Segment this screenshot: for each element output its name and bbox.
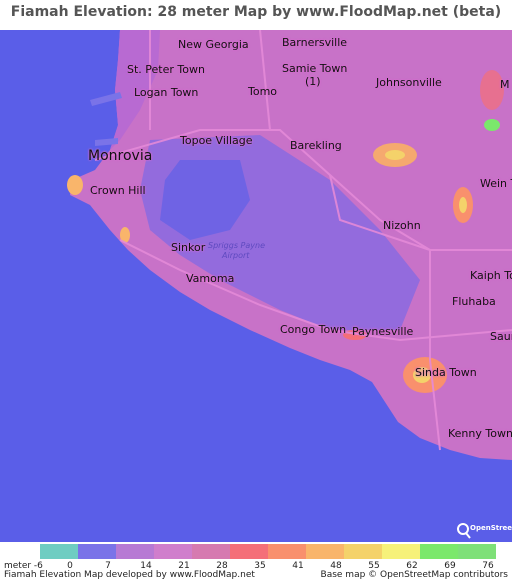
place-label: Topoe Village [180, 134, 253, 147]
elevation-map[interactable]: New Georgia Barnersville St. Peter Town … [0, 30, 512, 542]
place-label: Spriggs Payne [208, 241, 265, 250]
place-label: Samie Town [282, 62, 348, 75]
map-canvas [0, 30, 512, 542]
legend-tick-label: 41 [292, 561, 304, 571]
legend-swatch [382, 544, 420, 559]
place-label: Sinkor [171, 241, 206, 254]
legend-swatch [78, 544, 116, 559]
place-label: Barekling [290, 139, 342, 152]
place-label: Airport [222, 251, 250, 260]
place-label: Tomo [248, 85, 278, 98]
place-label: Logan Town [134, 86, 199, 99]
footer-credit: Fiamah Elevation Map developed by www.Fl… [4, 570, 255, 580]
legend-swatch [154, 544, 192, 559]
place-label: Johnsonville [376, 76, 442, 89]
place-label: Kaiph To [470, 269, 512, 282]
legend-swatch [420, 544, 458, 559]
highland-peak [385, 150, 405, 160]
highland-east [484, 119, 500, 131]
highland-peak [459, 197, 467, 213]
place-label: Monrovia [88, 148, 153, 164]
legend-swatch [230, 544, 268, 559]
highland-monrovia [67, 175, 83, 195]
place-label: Congo Town [280, 323, 347, 336]
legend-swatch [40, 544, 78, 559]
openstreetmap-logo[interactable]: OpenStreetMap [456, 522, 512, 540]
legend-swatch [306, 544, 344, 559]
footer-attribution: Base map © OpenStreetMap contributors [320, 570, 508, 580]
place-label: Paynesville [352, 325, 414, 338]
legend-swatch [268, 544, 306, 559]
place-label: Sinda Town [415, 366, 477, 379]
place-label: Nizohn [383, 219, 421, 232]
place-label: Fluhaba [452, 295, 496, 308]
legend-swatch [344, 544, 382, 559]
place-label: M [500, 78, 510, 91]
place-label: St. Peter Town [127, 63, 205, 76]
place-label: Kenny Town [448, 427, 512, 440]
place-label: Vamoma [186, 272, 235, 285]
legend-swatch [192, 544, 230, 559]
place-label: Crown Hill [90, 184, 146, 197]
title-bar: Fiamah Elevation: 28 meter Map by www.Fl… [0, 0, 512, 30]
legend-swatch [458, 544, 496, 559]
place-label: New Georgia [178, 38, 249, 51]
place-label: (1) [305, 75, 321, 88]
place-label: Saur [490, 330, 512, 343]
place-label: Barnersville [282, 36, 348, 49]
page-title: Fiamah Elevation: 28 meter Map by www.Fl… [10, 4, 502, 20]
legend-swatch [116, 544, 154, 559]
logo-label: OpenStreetMap [470, 524, 512, 532]
place-label: Wein T [480, 177, 512, 190]
